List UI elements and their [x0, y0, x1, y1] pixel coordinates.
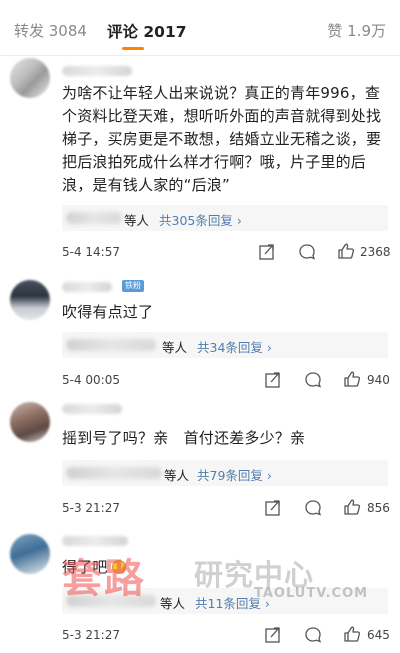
comment-icon[interactable] [304, 371, 322, 389]
comment-time: 5-3 21:27 [62, 501, 120, 515]
reply-suffix: 等人 [164, 468, 190, 483]
share-icon[interactable] [258, 243, 276, 261]
reply-summary[interactable]: 等人 共305条回复 › [62, 205, 388, 231]
like-count: 2368 [360, 245, 391, 259]
reply-suffix: 等人 [124, 213, 150, 228]
like-icon[interactable] [343, 498, 361, 516]
username-blurred[interactable] [62, 404, 122, 414]
reply-summary[interactable]: 等人 共79条回复 › [62, 460, 388, 486]
emoji-icon [112, 560, 126, 574]
comment-time: 5-3 21:27 [62, 628, 120, 642]
comment-text: 摇到号了吗？亲 首付还差多少？亲 [62, 429, 306, 447]
username-blurred[interactable] [62, 282, 112, 292]
avatar[interactable] [10, 534, 50, 574]
comment-text: 吹得有点过了 [62, 303, 154, 321]
share-icon[interactable] [264, 626, 282, 644]
reply-users-blurred [66, 339, 156, 351]
comment-icon[interactable] [304, 626, 322, 644]
username-blurred[interactable] [62, 536, 128, 546]
like-count: 856 [367, 501, 390, 515]
tab-repost[interactable]: 转发 3084 [14, 20, 87, 41]
like-icon[interactable] [337, 242, 355, 260]
username-blurred[interactable] [62, 66, 132, 76]
comment-icon[interactable] [298, 243, 316, 261]
like-icon[interactable] [343, 370, 361, 388]
comment-time: 5-4 00:05 [62, 373, 120, 387]
reply-count-link[interactable]: 共305条回复 › [159, 210, 242, 229]
reply-suffix: 等人 [162, 340, 188, 355]
reply-count-link[interactable]: 共79条回复 › [197, 465, 272, 484]
tab-comment[interactable]: 评论 2017 [107, 20, 187, 42]
reply-count-link[interactable]: 共34条回复 › [197, 337, 272, 356]
reply-count-link[interactable]: 共11条回复 › [195, 593, 270, 612]
reply-users-blurred [66, 467, 162, 479]
tab-like[interactable]: 赞 1.9万 [327, 20, 386, 41]
comment-item: 为啥不让年轻人出来说说？真正的青年996，查个资料比登天难，想听听外面的声音就得… [0, 56, 400, 266]
reply-summary[interactable]: 等人 共11条回复 › [62, 588, 388, 614]
like-count: 645 [367, 628, 390, 642]
fan-badge: 铁粉 [122, 280, 144, 292]
avatar[interactable] [10, 58, 50, 98]
comment-item: 得了吧 等人 共11条回复 › 5-3 21:27 645 [0, 528, 400, 653]
reply-users-blurred [66, 212, 122, 224]
comment-text: 为啥不让年轻人出来说说？真正的青年996，查个资料比登天难，想听听外面的声音就得… [62, 84, 382, 194]
share-icon[interactable] [264, 371, 282, 389]
comment-icon[interactable] [304, 499, 322, 517]
reply-suffix: 等人 [160, 596, 186, 611]
comment-time: 5-4 14:57 [62, 245, 120, 259]
active-tab-indicator [122, 47, 144, 50]
avatar[interactable] [10, 280, 50, 320]
comment-item: 摇到号了吗？亲 首付还差多少？亲 等人 共79条回复 › 5-3 21:27 8… [0, 396, 400, 520]
reply-users-blurred [66, 595, 156, 607]
comment-item: 铁粉 吹得有点过了 等人 共34条回复 › 5-4 00:05 940 [0, 276, 400, 396]
like-count: 940 [367, 373, 390, 387]
reply-summary[interactable]: 等人 共34条回复 › [62, 332, 388, 358]
comment-tabs-bar: 转发 3084 评论 2017 赞 1.9万 [0, 0, 400, 56]
share-icon[interactable] [264, 499, 282, 517]
avatar[interactable] [10, 402, 50, 442]
like-icon[interactable] [343, 625, 361, 643]
